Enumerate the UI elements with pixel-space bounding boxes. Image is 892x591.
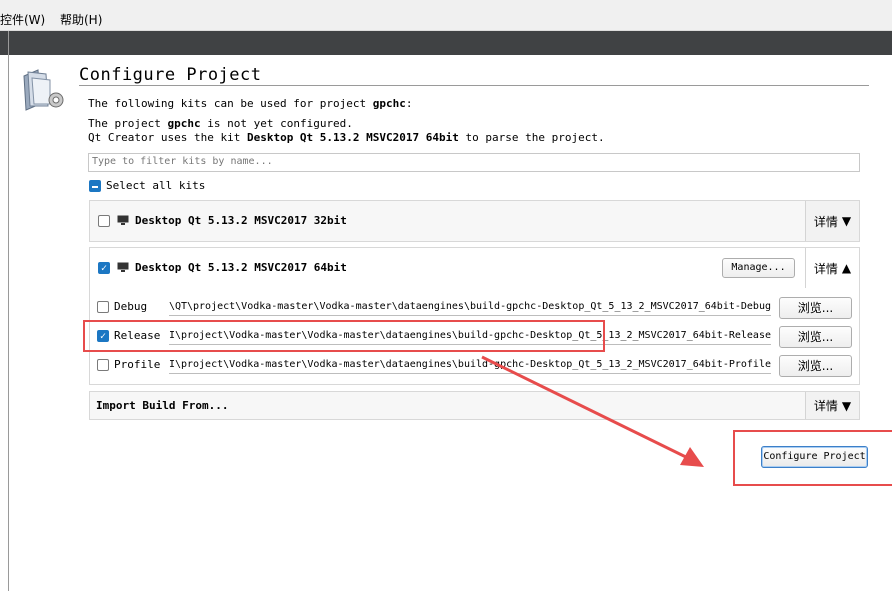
profile-browse-button[interactable]: 浏览... — [779, 355, 852, 377]
title-divider — [79, 85, 869, 86]
kit-panel-32bit: Desktop Qt 5.13.2 MSVC2017 32bit 详情 ▼ — [89, 200, 860, 242]
release-browse-button[interactable]: 浏览... — [779, 326, 852, 348]
monitor-icon — [117, 262, 129, 272]
import-build-header[interactable]: Import Build From... 详情 ▼ — [90, 392, 859, 419]
debug-build-path[interactable]: \QT\project\Vodka-master\Vodka-master\da… — [169, 298, 771, 316]
kit-header-32bit[interactable]: Desktop Qt 5.13.2 MSVC2017 32bit 详情 ▼ — [90, 201, 859, 241]
kit-header-64bit[interactable]: ✓ Desktop Qt 5.13.2 MSVC2017 64bit Manag… — [90, 248, 859, 288]
import-build-panel: Import Build From... 详情 ▼ — [89, 391, 860, 420]
kit-32bit-details-button[interactable]: 详情 ▼ — [805, 201, 859, 241]
release-highlight-box — [83, 320, 605, 352]
parse-kit-text: Qt Creator uses the kit Desktop Qt 5.13.… — [88, 131, 605, 144]
not-configured-text: The project gpchc is not yet configured. — [88, 117, 353, 130]
chevron-up-icon: ▲ — [841, 261, 852, 275]
manage-button[interactable]: Manage... — [722, 258, 795, 278]
project-folder-icon — [23, 69, 64, 111]
kit-32bit-name: Desktop Qt 5.13.2 MSVC2017 32bit — [135, 214, 347, 227]
debug-label: Debug — [114, 300, 148, 313]
debug-checkbox[interactable] — [97, 301, 109, 313]
profile-checkbox[interactable] — [97, 359, 109, 371]
mode-toolbar — [0, 31, 892, 55]
select-all-label: Select all kits — [106, 179, 206, 192]
kit-32bit-checkbox[interactable] — [98, 215, 110, 227]
profile-label: Profile — [114, 358, 161, 371]
kit-64bit-name: Desktop Qt 5.13.2 MSVC2017 64bit — [135, 261, 347, 274]
menu-controls[interactable]: 控件(W) — [0, 11, 45, 28]
kit-64bit-details-button[interactable]: 详情 ▲ — [805, 248, 859, 288]
page-title: Configure Project — [79, 65, 262, 85]
chevron-down-icon: ▼ — [841, 214, 852, 228]
debug-browse-button[interactable]: 浏览... — [779, 297, 852, 319]
kit-64bit-checkbox[interactable]: ✓ — [98, 262, 110, 274]
kit-filter-input[interactable]: Type to filter kits by name... — [88, 153, 860, 172]
monitor-icon — [117, 215, 129, 225]
annotation-arrow-icon — [481, 355, 704, 467]
import-build-label: Import Build From... — [96, 399, 229, 412]
menu-bar: 控件(W) 帮助(H) — [0, 0, 892, 31]
select-all-checkbox[interactable] — [89, 180, 101, 192]
sidebar-divider — [8, 31, 9, 591]
chevron-down-icon: ▼ — [841, 398, 852, 413]
menu-help[interactable]: 帮助(H) — [60, 11, 102, 28]
import-build-details-button[interactable]: 详情 ▼ — [805, 392, 859, 419]
intro-text: The following kits can be used for proje… — [88, 97, 413, 110]
configure-project-button[interactable]: Configure Project — [761, 446, 868, 468]
